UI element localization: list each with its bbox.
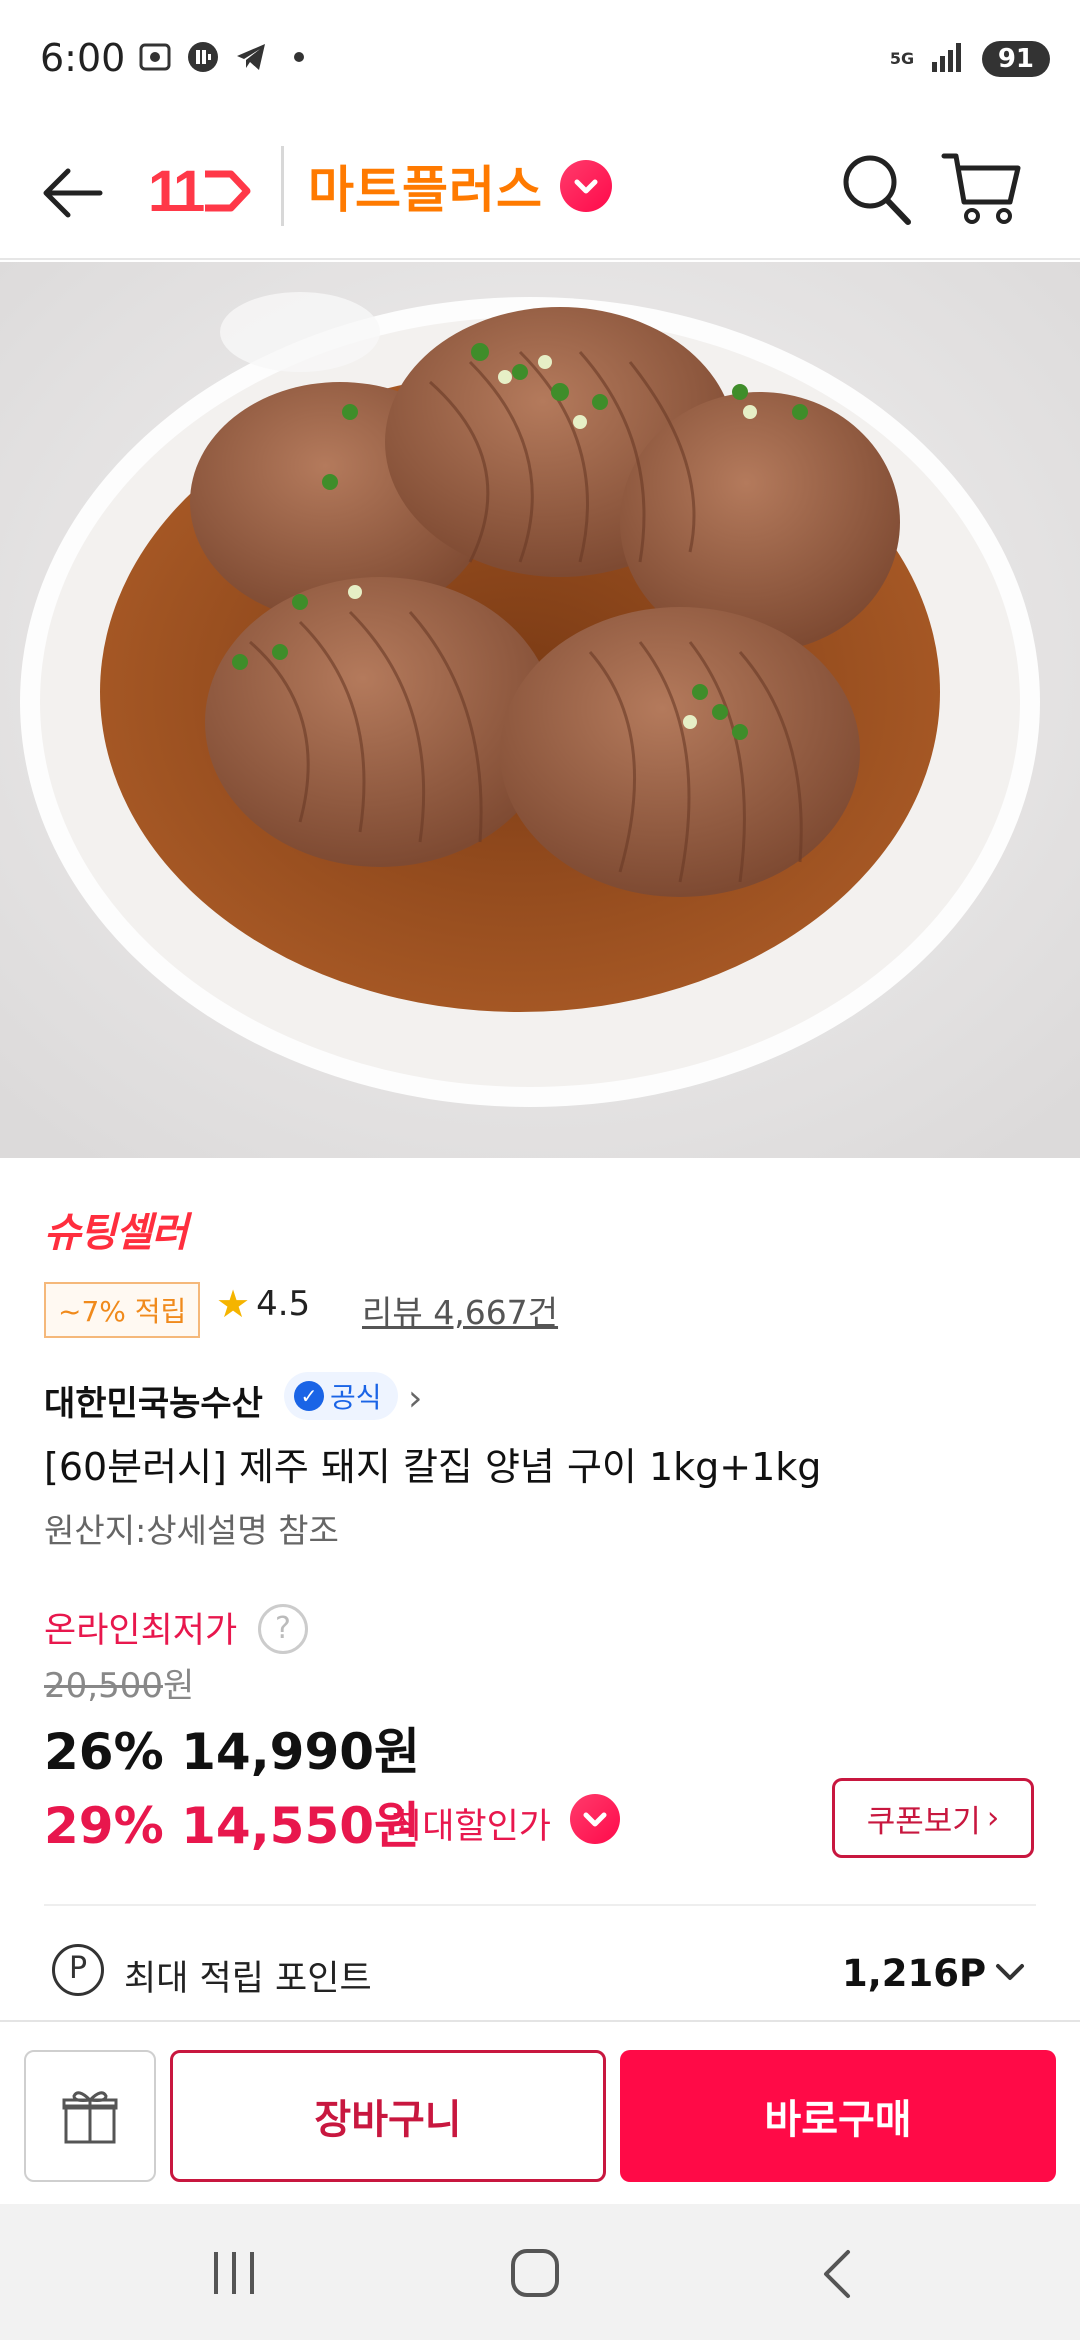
max-discount-price: 29% 14,550원	[44, 1786, 420, 1858]
review-link[interactable]: 리뷰 4,667건	[362, 1286, 558, 1334]
network-label: 5G	[889, 49, 915, 68]
status-notification-icons	[138, 40, 316, 74]
star-icon: ★	[216, 1282, 251, 1326]
back-arrow-icon	[43, 168, 103, 218]
point-rate-chip: ~7% 적립	[44, 1282, 201, 1338]
gift-icon	[62, 2091, 118, 2144]
rating-score: 4.5	[256, 1284, 311, 1324]
max-point-value: 1,216P	[842, 1952, 987, 1995]
sale-price: 26% 14,990원	[44, 1712, 420, 1784]
logo-text: 11	[148, 158, 205, 224]
product-origin: 원산지:상세설명 참조	[44, 1511, 339, 1550]
sale-discount: 26%	[44, 1723, 164, 1781]
sale-price-value: 14,990원	[181, 1723, 421, 1781]
official-label: 공식	[330, 1381, 382, 1414]
divider	[44, 1904, 1036, 1906]
official-badge: ✓ 공식	[284, 1372, 398, 1420]
verified-check-icon: ✓	[294, 1381, 324, 1411]
chevron-down-icon	[996, 1964, 1024, 1980]
chevron-down-icon	[583, 1812, 607, 1827]
screenshot-icon	[138, 40, 172, 74]
status-time: 6:00	[40, 36, 126, 80]
cart-icon	[941, 153, 1021, 224]
chevron-right-icon: ›	[986, 1800, 1000, 1836]
max-discount-rate: 29%	[44, 1797, 164, 1855]
recents-icon	[214, 2252, 254, 2294]
home-icon	[511, 2249, 559, 2297]
signal-icon	[930, 40, 970, 78]
11st-logo[interactable]: 11	[148, 156, 253, 226]
product-title: [60분러시] 제주 돼지 칼집 양념 구이 1kg+1kg	[44, 1445, 822, 1489]
store-name[interactable]: 대한민국농수산	[44, 1376, 263, 1425]
telegram-icon	[234, 40, 268, 74]
logo-arrow-icon	[205, 170, 251, 212]
max-discount-label: 최대할인가	[390, 1807, 552, 1847]
chevron-down-icon	[574, 179, 598, 194]
gift-button[interactable]	[24, 2050, 156, 2182]
add-to-cart-button[interactable]: 장바구니	[170, 2050, 606, 2182]
app-notification-icon	[186, 40, 220, 74]
rating: ★ 4.5	[216, 1282, 310, 1326]
original-price: 20,500원	[44, 1658, 194, 1707]
bottom-action-bar: 장바구니 바로구매	[0, 2020, 1080, 2204]
back-button[interactable]	[38, 158, 108, 228]
product-image[interactable]	[0, 262, 1080, 1158]
coupon-button-label: 쿠폰보기	[866, 1803, 981, 1840]
status-right: 5G 91	[890, 40, 1050, 78]
cart-button[interactable]	[940, 146, 1024, 230]
dot-icon	[282, 40, 316, 74]
home-button[interactable]	[510, 2248, 560, 2298]
status-bar: 6:00 5G 91	[0, 0, 1080, 120]
original-price-value: 20,500	[44, 1666, 163, 1706]
back-icon	[824, 2250, 850, 2298]
system-nav-bar	[0, 2204, 1080, 2340]
view-coupon-button[interactable]: 쿠폰보기 ›	[832, 1778, 1034, 1858]
lowest-price-label: 온라인최저가	[44, 1611, 238, 1651]
point-expand-button[interactable]	[990, 1952, 1030, 1992]
chevron-right-icon[interactable]: ›	[408, 1378, 422, 1419]
max-discount-value: 14,550원	[181, 1797, 421, 1855]
help-icon[interactable]: ?	[258, 1604, 308, 1654]
app-header: 11 마트플러스	[0, 120, 1080, 260]
recents-button[interactable]	[212, 2252, 256, 2294]
point-icon: P	[52, 1944, 104, 1996]
mart-dropdown-button[interactable]	[560, 160, 612, 212]
system-back-button[interactable]	[818, 2248, 858, 2300]
original-price-unit: 원	[162, 1666, 195, 1706]
max-point-label: 최대 적립 포인트	[124, 1959, 372, 1999]
shooting-seller-badge: 슈팅셀러	[44, 1210, 188, 1256]
search-button[interactable]	[838, 148, 914, 228]
buy-now-button[interactable]: 바로구매	[620, 2050, 1056, 2182]
mart-plus-title[interactable]: 마트플러스	[308, 150, 543, 222]
header-divider	[281, 146, 284, 226]
battery-indicator: 91	[981, 41, 1050, 77]
search-icon	[843, 155, 911, 225]
max-discount-toggle[interactable]	[570, 1794, 620, 1844]
